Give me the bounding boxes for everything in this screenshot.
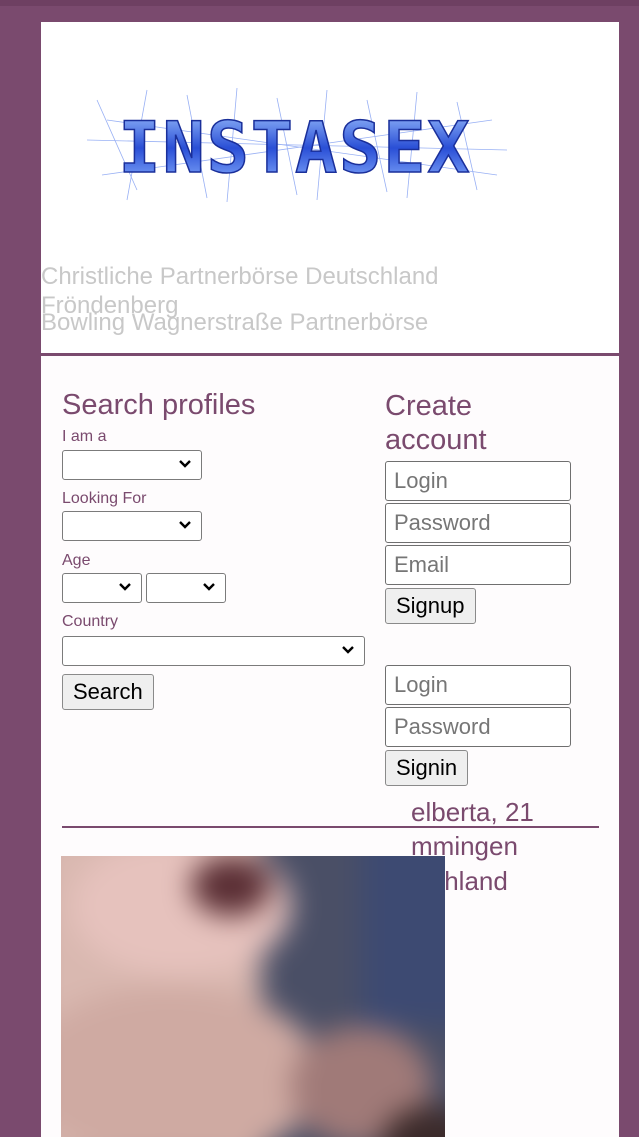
profile-photo-image [61, 856, 445, 1137]
search-button[interactable]: Search [62, 674, 154, 710]
search-title: Search profiles [62, 389, 256, 421]
tagline-link[interactable]: Christliche Partnerbörse Deutschland [41, 264, 439, 290]
country-label: Country [62, 613, 119, 630]
create-account-title: Create account [385, 390, 487, 456]
profile-photo[interactable] [61, 856, 445, 1137]
looking-for-select[interactable] [62, 511, 202, 541]
chevron-down-icon [119, 583, 131, 591]
iam-label: I am a [62, 428, 107, 445]
age-label: Age [62, 552, 91, 569]
tagline-secondary[interactable]: Bowling Wagnerstraße Partnerbörse [41, 310, 428, 336]
signup-password-input[interactable]: Password [385, 503, 571, 543]
signup-login-input[interactable]: Login [385, 461, 571, 501]
chevron-down-icon [179, 521, 191, 529]
site-logo[interactable]: INSTASEX [77, 80, 513, 210]
chevron-down-icon [342, 646, 354, 654]
looking-for-label: Looking For [62, 490, 147, 507]
signup-button[interactable]: Signup [385, 588, 476, 624]
country-select[interactable] [62, 636, 365, 666]
main-content: Search profiles I am a Looking For Age C… [41, 356, 619, 1137]
chevron-down-icon [179, 460, 191, 468]
signin-password-input[interactable]: Password [385, 707, 571, 747]
profile-name-age[interactable]: elberta, 21 [411, 797, 534, 827]
signin-button[interactable]: Signin [385, 750, 469, 786]
site-header: INSTASEX Christliche Partnerbörse Deutsc… [41, 22, 619, 353]
svg-text:INSTASEX: INSTASEX [118, 107, 471, 189]
age-max-select[interactable] [146, 573, 226, 603]
page-top-edge [0, 0, 639, 6]
iam-select[interactable] [62, 450, 202, 480]
chevron-down-icon [203, 583, 215, 591]
age-min-select[interactable] [62, 573, 142, 603]
signup-email-input[interactable]: Email [385, 545, 571, 585]
signin-login-input[interactable]: Login [385, 665, 571, 705]
